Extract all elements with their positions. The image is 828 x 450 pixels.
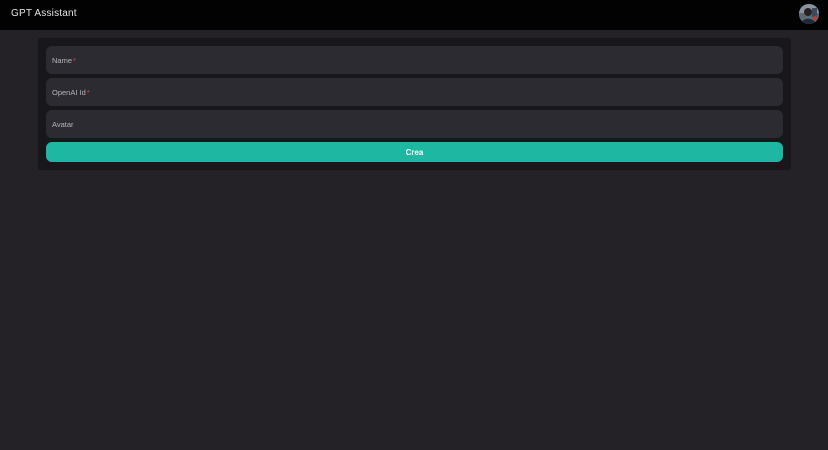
name-field[interactable]: Name* [46, 46, 783, 74]
create-assistant-form: Name* OpenAI Id* Avatar Crea [38, 38, 791, 170]
app-title: GPT Assistant [11, 8, 77, 19]
top-bar: GPT Assistant [0, 0, 828, 30]
user-avatar[interactable] [799, 4, 819, 24]
avatar-field[interactable]: Avatar [46, 110, 783, 138]
avatar-input[interactable] [46, 110, 783, 138]
create-button[interactable]: Crea [46, 142, 783, 162]
openai-id-input[interactable] [46, 78, 783, 106]
openai-id-field[interactable]: OpenAI Id* [46, 78, 783, 106]
name-input[interactable] [46, 46, 783, 74]
avatar-photo-icon [799, 4, 819, 24]
